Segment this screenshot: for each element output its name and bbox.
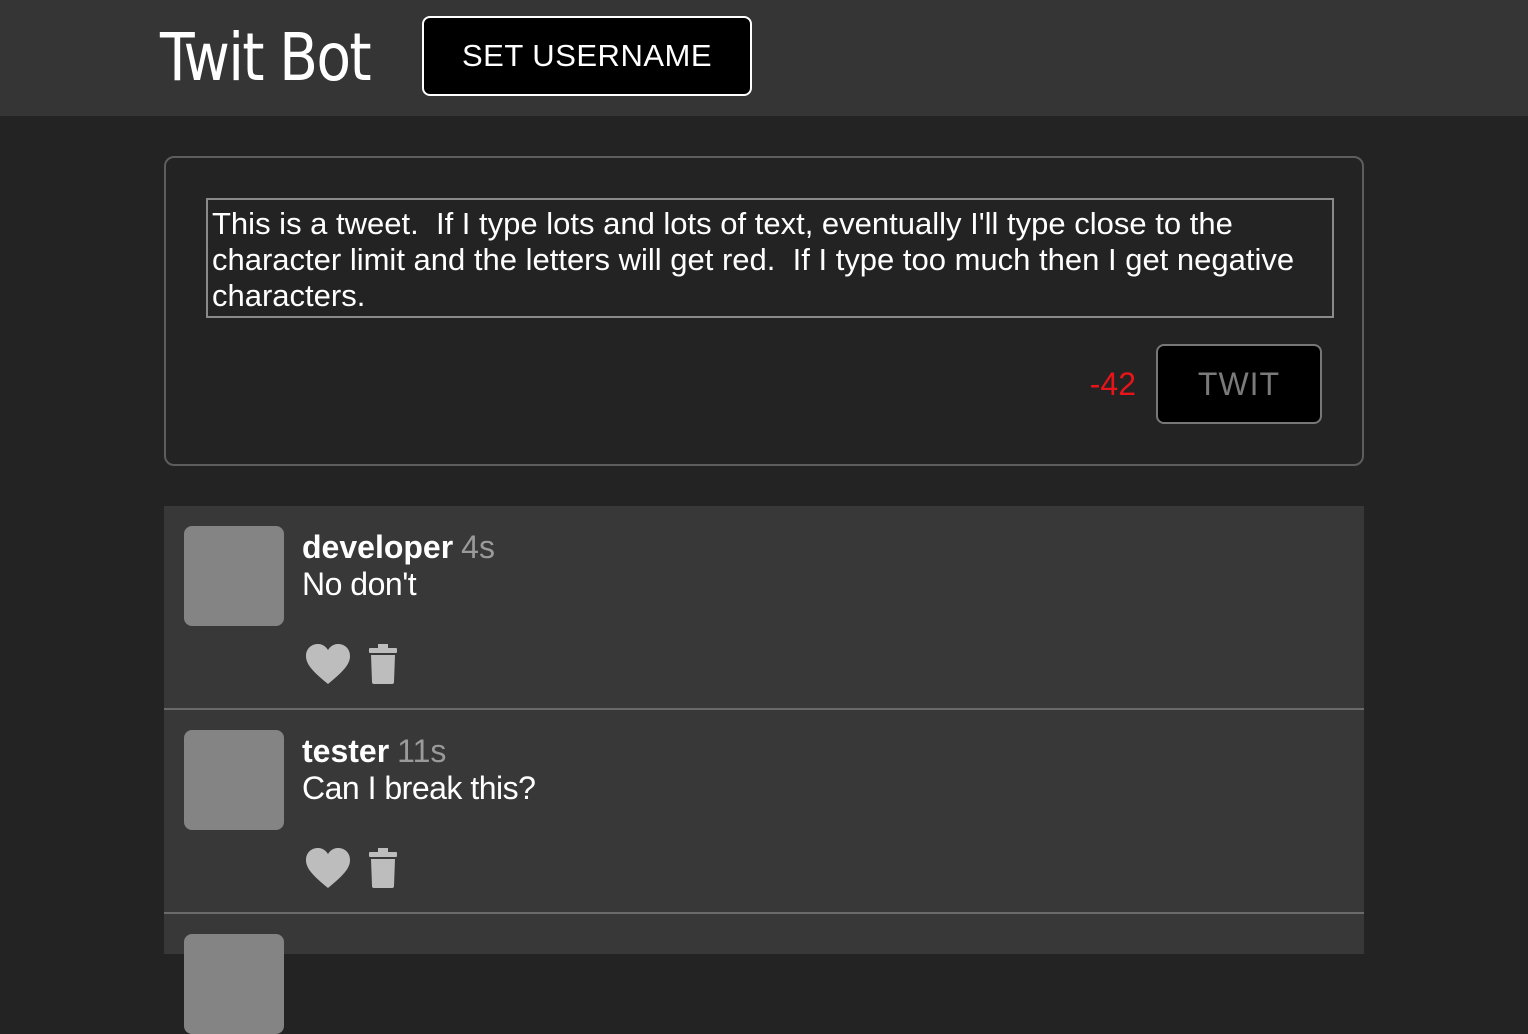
- trash-icon[interactable]: [368, 644, 398, 684]
- set-username-button[interactable]: SET USERNAME: [422, 16, 752, 96]
- tweet-item-partial: [164, 914, 1364, 1034]
- heart-icon[interactable]: [306, 848, 350, 890]
- tweet-item: tester 11s Can I break this?: [164, 710, 1364, 914]
- timestamp: 11s: [397, 733, 447, 769]
- heart-icon[interactable]: [306, 644, 350, 686]
- tweet-feed: developer 4s No don't tester 11s Can I bre…: [164, 506, 1364, 1034]
- tweet-meta: tester 11s: [302, 732, 446, 770]
- username[interactable]: developer: [302, 529, 453, 565]
- tweet-input[interactable]: [206, 198, 1334, 318]
- tweet-composer: -42 TWIT: [164, 156, 1364, 466]
- trash-icon[interactable]: [368, 848, 398, 888]
- avatar: [184, 526, 284, 626]
- tweet-item: developer 4s No don't: [164, 506, 1364, 710]
- avatar: [184, 730, 284, 830]
- app-title: Twit Bot: [160, 19, 372, 96]
- avatar: [184, 934, 284, 1034]
- timestamp: 4s: [461, 529, 495, 565]
- character-count: -42: [1089, 366, 1136, 402]
- tweet-text: No don't: [302, 566, 417, 602]
- twit-button[interactable]: TWIT: [1156, 344, 1322, 424]
- app-header: Twit Bot SET USERNAME: [0, 0, 1528, 116]
- tweet-text: Can I break this?: [302, 770, 536, 806]
- username[interactable]: tester: [302, 733, 389, 769]
- tweet-meta: developer 4s: [302, 528, 495, 566]
